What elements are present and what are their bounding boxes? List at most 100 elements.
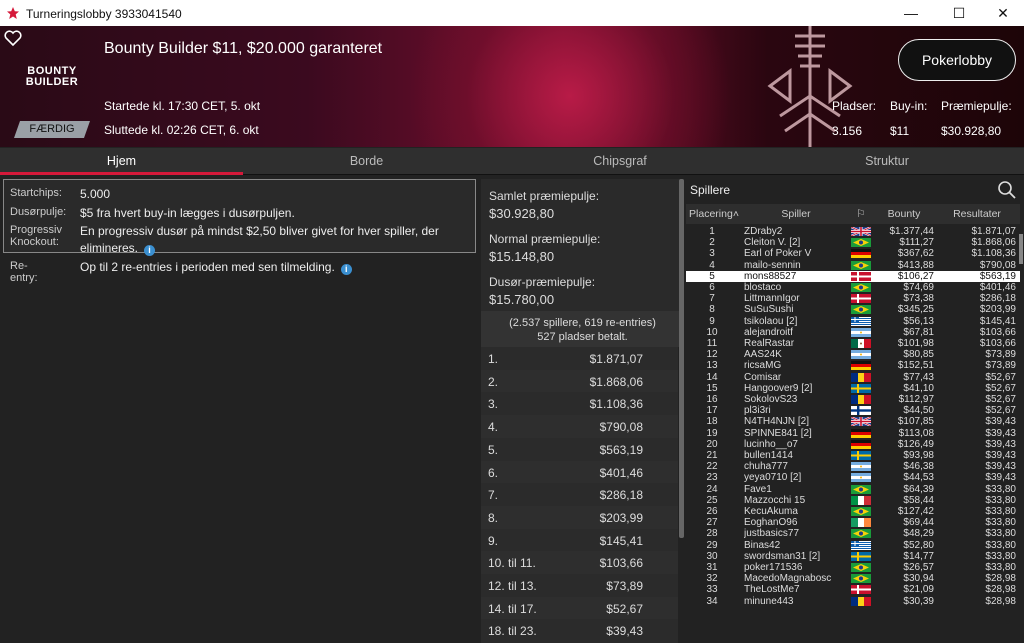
poker-lobby-button[interactable]: Pokerlobby (898, 39, 1016, 81)
tab-home[interactable]: Hjem (0, 148, 243, 175)
player-row[interactable]: 27 EoghanO96 $69,44 $33,80 (686, 517, 1020, 528)
player-place: 16 (706, 394, 718, 405)
player-row[interactable]: 18 N4TH4NJN [2] $107,85 $39,43 (686, 416, 1020, 427)
player-result: $33,80 (985, 506, 1016, 517)
player-row[interactable]: 11 RealRastar $101,98 $103,66 (686, 338, 1020, 349)
player-name: Cleiton V. [2] (744, 237, 801, 249)
col-bounty-header[interactable]: Bounty (874, 208, 934, 220)
tab-tables[interactable]: Borde (243, 148, 490, 175)
player-result: $28,98 (985, 584, 1016, 596)
flag-column-icon[interactable]: ⚐ (851, 208, 871, 220)
player-row[interactable]: 15 Hangoover9 [2] $41,10 $52,67 (686, 383, 1020, 394)
player-row[interactable]: 10 alejandroitf $67,81 $103,66 (686, 327, 1020, 338)
player-result: $286,18 (979, 293, 1016, 305)
info-icon[interactable]: i (340, 264, 352, 275)
player-name: RealRastar (744, 338, 795, 349)
player-row[interactable]: 32 MacedoMagnabosc $30,94 $28,98 (686, 573, 1020, 584)
player-row[interactable]: 21 bullen1414 $93,98 $39,43 (686, 450, 1020, 461)
player-name: ZDraby2 (744, 226, 783, 237)
favorite-heart-icon[interactable] (4, 30, 22, 46)
player-row[interactable]: 31 poker171536 $26,57 $33,80 (686, 562, 1020, 573)
country-flag-icon (851, 507, 871, 516)
player-result: $52,67 (985, 394, 1016, 405)
start-time: Startede kl. 17:30 CET, 5. okt (104, 99, 261, 113)
payout-row: 18. til 23. $39,43 (481, 619, 678, 643)
player-bounty: $152,51 (897, 360, 934, 372)
pko-value-cont: elimineres. (80, 241, 139, 255)
payout-amount: $1.871,07 (589, 352, 643, 366)
payout-amount: $103,66 (599, 556, 643, 571)
player-place: 29 (706, 539, 718, 551)
player-result: $39,43 (985, 461, 1016, 473)
player-bounty: $112,97 (898, 394, 934, 405)
player-row[interactable]: 12 AAS24K $80,85 $73,89 (686, 349, 1020, 360)
payout-row: 8. $203,99 (481, 505, 678, 529)
search-icon[interactable] (997, 180, 1017, 200)
player-bounty: $1.377,44 (889, 226, 935, 237)
player-name: mons88527 (744, 270, 797, 282)
col-place-header[interactable]: Placering˄ (686, 208, 742, 220)
close-button[interactable]: ✕ (980, 0, 1024, 26)
player-name: LittmannIgor (744, 293, 800, 305)
player-row[interactable]: 2 Cleiton V. [2] $111,27 $1.868,06 (686, 237, 1020, 248)
player-row[interactable]: 14 Comisar $77,43 $52,67 (686, 372, 1020, 383)
payout-amount: $73,89 (606, 579, 643, 593)
bounty-pool-value: $15.780,00 (489, 292, 555, 307)
player-result: $145,41 (979, 315, 1016, 327)
player-row[interactable]: 33 TheLostMe7 $21,09 $28,98 (686, 584, 1020, 595)
player-row[interactable]: 5 mons88527 $106,27 $563,19 (686, 270, 1020, 282)
tab-bar: Hjem Borde Chipsgraf Struktur (0, 148, 1024, 175)
bounty-builder-logo: BOUNTY BUILDER (25, 65, 79, 88)
player-row[interactable]: 7 LittmannIgor $73,38 $286,18 (686, 293, 1020, 304)
player-row[interactable]: 9 tsikolaou [2] $56,13 $145,41 (686, 316, 1020, 327)
buyin-value: $11 (890, 124, 910, 138)
player-row[interactable]: 3 Earl of Poker V $367,62 $1.108,36 (686, 248, 1020, 259)
payout-row: 3. $1.108,36 (481, 392, 678, 416)
player-bounty: $14,77 (903, 550, 934, 562)
player-row[interactable]: 20 lucinho__o7 $126,49 $39,43 (686, 439, 1020, 450)
minimize-button[interactable]: — (888, 0, 934, 26)
player-row[interactable]: 28 justbasics77 $48,29 $33,80 (686, 528, 1020, 539)
player-row[interactable]: 13 ricsaMG $152,51 $73,89 (686, 360, 1020, 371)
player-row[interactable]: 23 yeya0710 [2] $44,53 $39,43 (686, 472, 1020, 483)
country-flag-icon (851, 395, 871, 404)
player-row[interactable]: 4 mailo-sennin $413,88 $790,08 (686, 260, 1020, 271)
tab-chip-graph[interactable]: Chipsgraf (490, 148, 750, 175)
player-row[interactable]: 17 pl3i3ri $44,50 $52,67 (686, 405, 1020, 416)
info-icon[interactable]: i (144, 245, 156, 256)
player-bounty: $41,10 (903, 382, 934, 394)
country-flag-icon (851, 563, 871, 572)
tab-structure[interactable]: Struktur (750, 148, 1024, 175)
player-row[interactable]: 24 Fave1 $64,39 $33,80 (686, 484, 1020, 495)
player-row[interactable]: 6 blostaco $74,69 $401,46 (686, 282, 1020, 293)
players-table-header: Placering˄ Spiller ⚐ Bounty Resultater (686, 204, 1020, 224)
payout-amount: $39,43 (606, 624, 643, 639)
players-scrollbar[interactable] (1019, 234, 1023, 264)
player-place: 19 (706, 427, 718, 439)
player-row[interactable]: 26 KecuAkuma $127,42 $33,80 (686, 506, 1020, 517)
player-row[interactable]: 34 minune443 $30,39 $28,98 (686, 596, 1020, 607)
player-bounty: $56,13 (903, 315, 934, 327)
player-row[interactable]: 8 SuSuSushi $345,25 $203,99 (686, 304, 1020, 315)
col-result-header[interactable]: Resultater (938, 208, 1016, 220)
player-row[interactable]: 16 SokolovS23 $112,97 $52,67 (686, 394, 1020, 405)
player-row[interactable]: 19 SPINNE841 [2] $113,08 $39,43 (686, 428, 1020, 439)
player-row[interactable]: 30 swordsman31 [2] $14,77 $33,80 (686, 551, 1020, 562)
player-result: $39,43 (985, 427, 1016, 439)
player-row[interactable]: 29 Binas42 $52,80 $33,80 (686, 540, 1020, 551)
player-row[interactable]: 1 ZDraby2 $1.377,44 $1.871,07 (686, 226, 1020, 237)
player-place: 27 (706, 517, 718, 529)
paid-places: 527 pladser betalt. (537, 331, 628, 343)
player-name: minune443 (744, 595, 794, 607)
player-row[interactable]: 25 Mazzocchi 15 $58,44 $33,80 (686, 495, 1020, 506)
pko-label: Progressiv Knockout: (10, 224, 62, 248)
player-name: EoghanO96 (744, 517, 798, 529)
player-name: chuha777 (744, 461, 788, 473)
country-flag-icon (851, 529, 871, 539)
maximize-button[interactable]: ☐ (936, 0, 982, 26)
col-player-header[interactable]: Spiller (744, 208, 848, 220)
country-flag-icon (851, 596, 871, 606)
player-result: $203,99 (979, 304, 1016, 316)
player-row[interactable]: 22 chuha777 $46,38 $39,43 (686, 461, 1020, 472)
payout-scrollbar[interactable] (679, 179, 684, 538)
